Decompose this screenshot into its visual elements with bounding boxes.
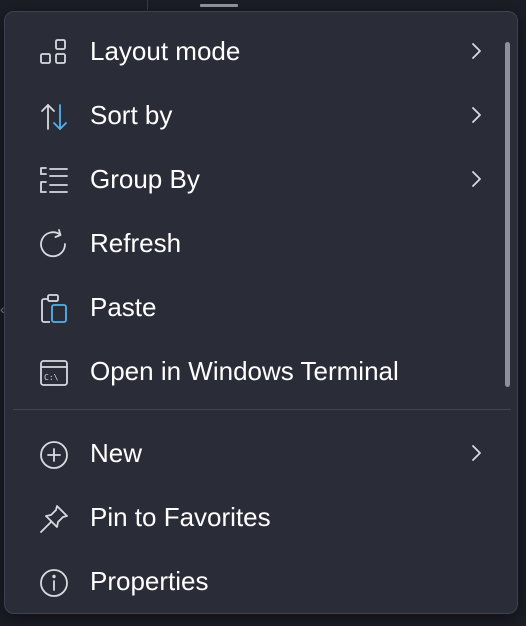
menu-item-refresh[interactable]: Refresh — [10, 215, 500, 271]
menu-item-group-by[interactable]: Group By — [10, 151, 500, 207]
menu-item-label: Paste — [90, 292, 157, 322]
chevron-right-icon — [466, 103, 486, 127]
chevron-right-icon — [466, 441, 486, 465]
menu-item-open-in-windows-terminal[interactable]: C:\ Open in Windows Terminal — [10, 343, 500, 399]
background-resize-handle[interactable] — [200, 4, 238, 7]
menu-separator — [13, 409, 511, 410]
chevron-right-icon — [466, 167, 486, 191]
info-icon — [38, 567, 70, 599]
svg-text:C:\: C:\ — [44, 373, 59, 382]
menu-item-sort-by[interactable]: Sort by — [10, 87, 500, 143]
menu-item-label: Layout mode — [90, 36, 241, 66]
menu-item-label: Group By — [90, 164, 200, 194]
layout-grid-icon — [38, 37, 70, 69]
menu-scrollbar[interactable] — [505, 42, 510, 387]
menu-item-layout-mode[interactable]: Layout mode — [10, 23, 500, 79]
chevron-right-icon — [466, 39, 486, 63]
pin-icon — [38, 503, 70, 535]
sort-arrows-icon — [38, 101, 70, 133]
menu-item-label: Pin to Favorites — [90, 502, 271, 532]
menu-item-label: Open in Windows Terminal — [90, 356, 399, 386]
menu-item-pin-to-favorites[interactable]: Pin to Favorites — [10, 489, 500, 545]
menu-item-new[interactable]: New — [10, 425, 500, 481]
context-menu: Layout mode Sort by Group By Refresh Pas… — [4, 11, 518, 614]
refresh-icon — [38, 229, 70, 261]
menu-item-label: Properties — [90, 566, 209, 596]
paste-icon — [38, 293, 70, 325]
menu-item-label: Sort by — [90, 100, 173, 130]
menu-item-label: New — [90, 438, 143, 468]
plus-circle-icon — [38, 439, 70, 471]
background-divider — [147, 0, 148, 10]
menu-item-paste[interactable]: Paste — [10, 279, 500, 335]
group-list-icon — [38, 165, 70, 197]
menu-item-properties[interactable]: Properties — [10, 553, 500, 609]
menu-item-label: Refresh — [90, 228, 182, 258]
terminal-icon: C:\ — [38, 357, 70, 389]
